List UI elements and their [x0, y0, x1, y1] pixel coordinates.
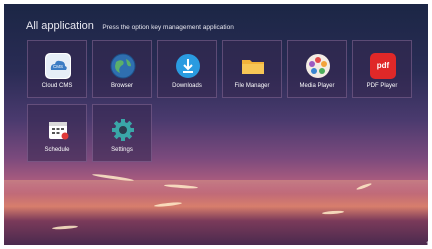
folder-icon — [240, 53, 266, 79]
app-label: PDF Player — [366, 83, 398, 89]
app-label: Cloud CMS — [41, 83, 73, 89]
app-label: Browser — [110, 83, 133, 89]
app-label: Schedule — [44, 147, 70, 153]
globe-icon — [110, 53, 136, 79]
app-tile-file-manager[interactable]: File Manager — [222, 40, 282, 98]
app-tile-cloud-cms[interactable]: CMS Cloud CMS — [27, 40, 87, 98]
media-player-icon — [305, 53, 331, 79]
cloud-cms-icon: CMS — [45, 53, 71, 79]
pdf-icon: pdf — [370, 53, 396, 79]
app-tile-schedule[interactable]: Schedule — [27, 104, 87, 162]
app-tile-downloads[interactable]: Downloads — [157, 40, 217, 98]
page-title: All application — [26, 20, 94, 32]
app-label: Settings — [111, 147, 133, 153]
app-tile-pdf-player[interactable]: pdf PDF Player — [352, 40, 412, 98]
light-streak — [51, 225, 79, 230]
desktop-background: All application Press the option key man… — [4, 4, 428, 245]
page-header: All application Press the option key man… — [26, 16, 234, 34]
app-label: File Manager — [234, 83, 270, 89]
pdf-icon-text: pdf — [376, 61, 390, 70]
app-tile-settings[interactable]: Settings — [92, 104, 152, 162]
light-streak — [321, 210, 345, 215]
app-tile-browser[interactable]: Browser — [92, 40, 152, 98]
calendar-icon — [45, 117, 71, 143]
gear-icon — [110, 117, 136, 143]
light-streak — [153, 201, 183, 208]
page-subtitle: Press the option key management applicat… — [102, 24, 234, 31]
cms-icon-text: CMS — [53, 64, 63, 69]
app-label: Media Player — [299, 83, 335, 89]
app-tile-media-player[interactable]: Media Player — [287, 40, 347, 98]
page-indicator: 1/ — [425, 242, 431, 248]
download-icon — [175, 53, 201, 79]
app-label: Downloads — [172, 83, 202, 89]
